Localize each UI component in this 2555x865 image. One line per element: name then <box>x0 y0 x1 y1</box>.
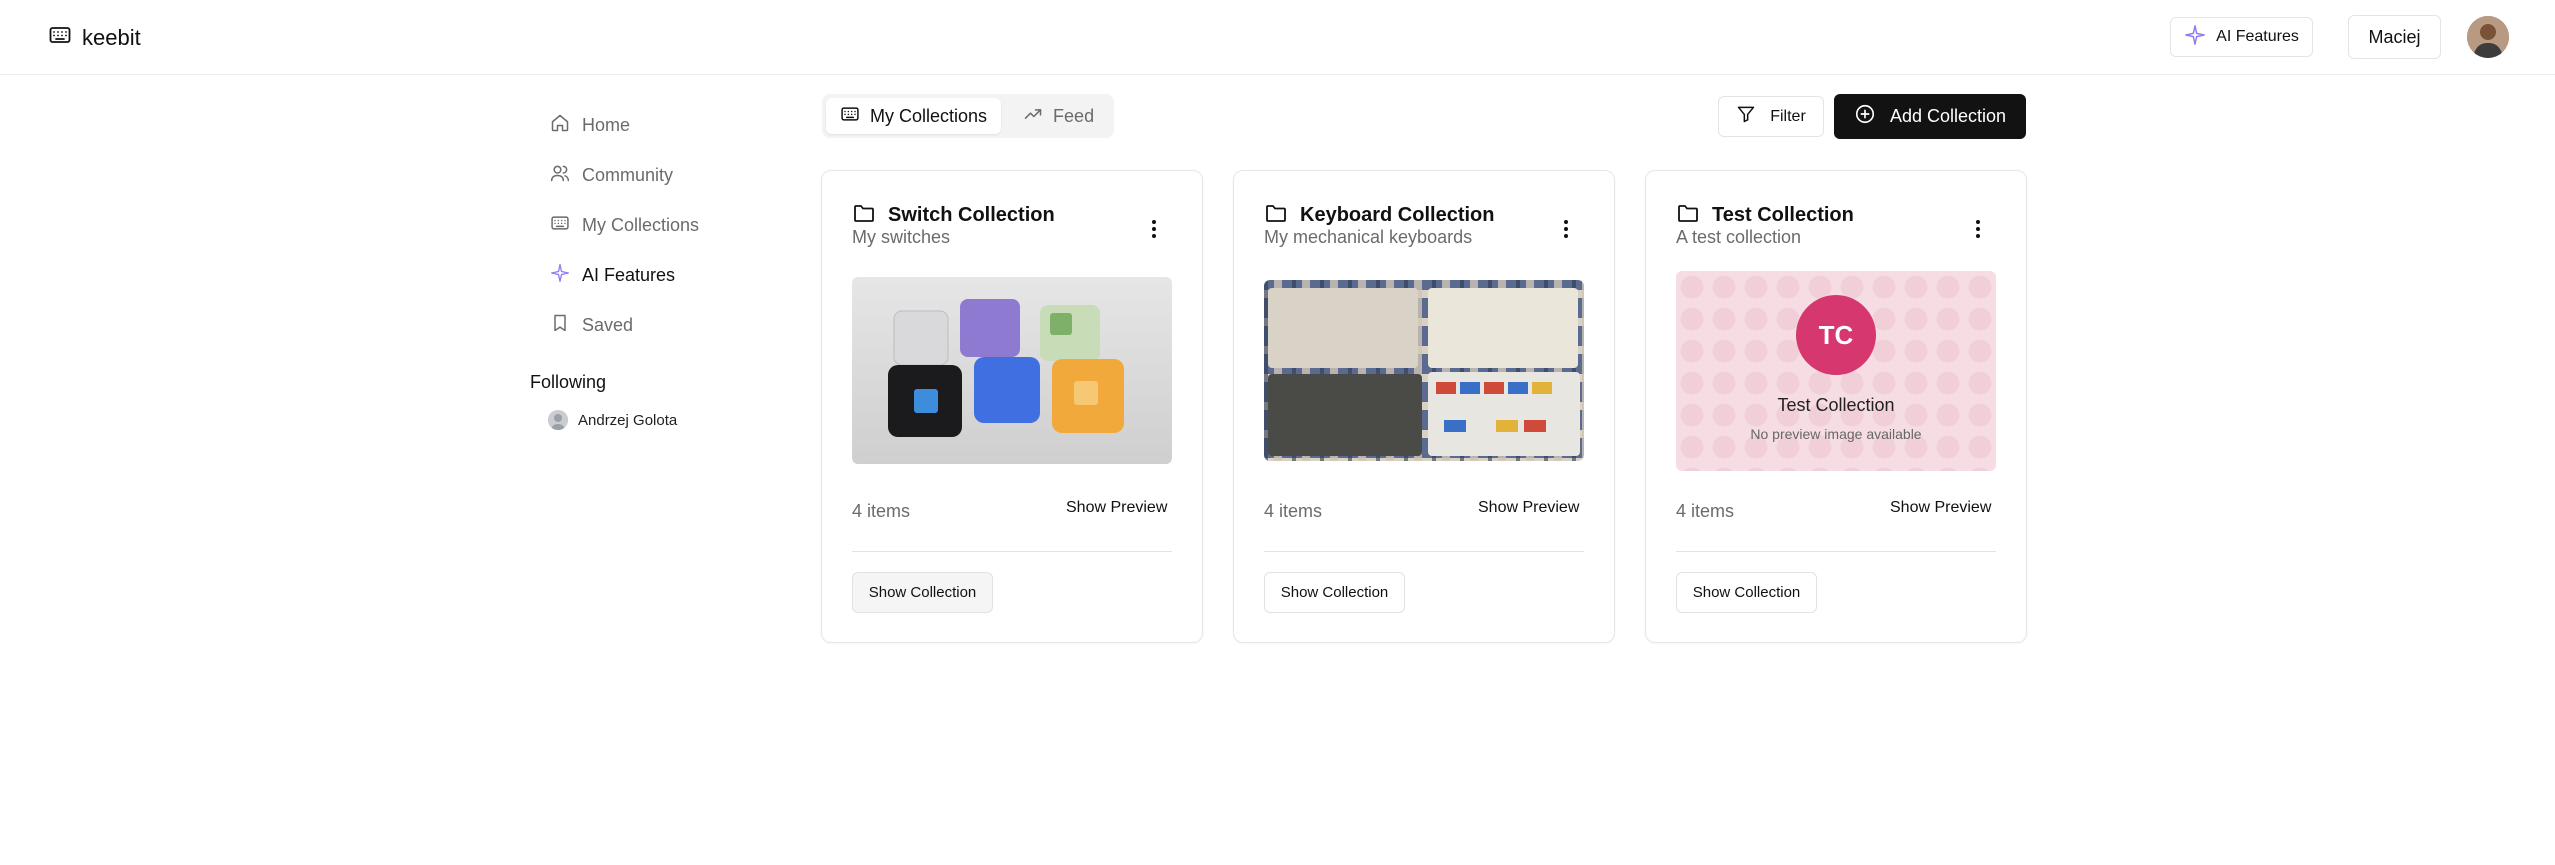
card-title[interactable]: Switch Collection <box>888 204 1055 227</box>
sparkles-icon <box>550 263 570 288</box>
show-collection-button[interactable]: Show Collection <box>1264 572 1405 613</box>
trending-up-icon <box>1023 104 1043 129</box>
top-bar: keebit AI Features Maciej <box>0 0 2555 75</box>
keyboard-icon <box>48 23 72 52</box>
placeholder-note: No preview image available <box>1750 426 1922 442</box>
divider <box>1676 551 1996 552</box>
app-logo[interactable]: keebit <box>48 23 141 52</box>
bookmark-icon <box>550 313 570 338</box>
following-user[interactable]: Andrzej Golota <box>530 400 790 440</box>
placeholder-preview: TC Test Collection No preview image avai… <box>1676 271 1996 471</box>
show-collection-button[interactable]: Show Collection <box>1676 572 1817 613</box>
divider <box>852 551 1172 552</box>
sidebar-item-community[interactable]: Community <box>530 150 790 200</box>
show-collection-button[interactable]: Show Collection <box>852 572 993 613</box>
tab-feed[interactable]: Feed <box>1009 98 1108 134</box>
keyboards-preview-image <box>1264 280 1584 461</box>
ai-features-button[interactable]: AI Features <box>2170 17 2313 57</box>
avatar[interactable] <box>2467 16 2509 58</box>
sidebar: Home Community My Collections AI Feature… <box>530 100 790 440</box>
sidebar-item-label: My Collections <box>582 214 700 235</box>
collection-card: Switch Collection My switches 4 items Sh… <box>821 170 1203 643</box>
divider <box>1264 551 1584 552</box>
users-icon <box>550 163 570 188</box>
tab-my-collections[interactable]: My Collections <box>826 98 1002 134</box>
sidebar-item-home[interactable]: Home <box>530 100 790 150</box>
keyboard-icon <box>550 213 570 238</box>
show-preview-button[interactable]: Show Preview <box>1066 499 1167 517</box>
card-header: Test Collection <box>1676 201 1854 230</box>
sidebar-item-label: Home <box>582 114 631 135</box>
item-count: 4 items <box>1264 501 1323 521</box>
sidebar-item-saved[interactable]: Saved <box>530 300 790 350</box>
sparkles-icon <box>2184 24 2206 51</box>
folder-icon <box>852 201 876 230</box>
following-heading: Following <box>530 371 607 392</box>
filter-label: Filter <box>1770 107 1806 125</box>
sidebar-item-ai-features[interactable]: AI Features <box>530 250 790 300</box>
tab-label: Feed <box>1053 105 1095 126</box>
card-header: Switch Collection <box>852 201 1055 230</box>
card-subtitle: A test collection <box>1676 227 1802 247</box>
sidebar-item-my-collections[interactable]: My Collections <box>530 200 790 250</box>
tab-label: My Collections <box>870 105 988 126</box>
user-name: Maciej <box>2368 26 2421 47</box>
switches-preview-image <box>852 277 1172 464</box>
avatar <box>548 410 568 430</box>
filter-icon <box>1736 104 1756 129</box>
placeholder-title: Test Collection <box>1777 395 1895 415</box>
more-options-icon[interactable] <box>1142 217 1166 241</box>
show-preview-button[interactable]: Show Preview <box>1478 499 1579 517</box>
keyboard-icon <box>840 104 860 129</box>
plus-circle-icon <box>1854 103 1876 130</box>
show-preview-button[interactable]: Show Preview <box>1890 499 1991 517</box>
sidebar-item-label: Saved <box>582 314 634 335</box>
card-subtitle: My mechanical keyboards <box>1264 227 1473 247</box>
item-count: 4 items <box>1676 501 1735 521</box>
view-tabs: My Collections Feed <box>822 94 1114 138</box>
sidebar-item-label: Community <box>582 164 674 185</box>
collection-card: Keyboard Collection My mechanical keyboa… <box>1233 170 1615 643</box>
collection-initials-badge: TC <box>1796 295 1876 375</box>
add-collection-button[interactable]: Add Collection <box>1834 94 2026 139</box>
home-icon <box>550 113 570 138</box>
more-options-icon[interactable] <box>1554 217 1578 241</box>
card-header: Keyboard Collection <box>1264 201 1494 230</box>
more-options-icon[interactable] <box>1966 217 1990 241</box>
card-title[interactable]: Test Collection <box>1712 204 1854 227</box>
card-subtitle: My switches <box>852 227 951 247</box>
filter-button[interactable]: Filter <box>1718 96 1824 137</box>
card-title[interactable]: Keyboard Collection <box>1300 204 1494 227</box>
user-menu-button[interactable]: Maciej <box>2348 15 2441 59</box>
ai-features-label: AI Features <box>2216 28 2299 45</box>
folder-icon <box>1676 201 1700 230</box>
following-user-name: Andrzej Golota <box>578 411 678 429</box>
app-name: keebit <box>82 24 141 50</box>
collection-card: Test Collection A test collection TC Tes… <box>1645 170 2027 643</box>
sidebar-item-label: AI Features <box>582 264 676 285</box>
item-count: 4 items <box>852 501 911 521</box>
add-collection-label: Add Collection <box>1889 106 2007 126</box>
folder-icon <box>1264 201 1288 230</box>
